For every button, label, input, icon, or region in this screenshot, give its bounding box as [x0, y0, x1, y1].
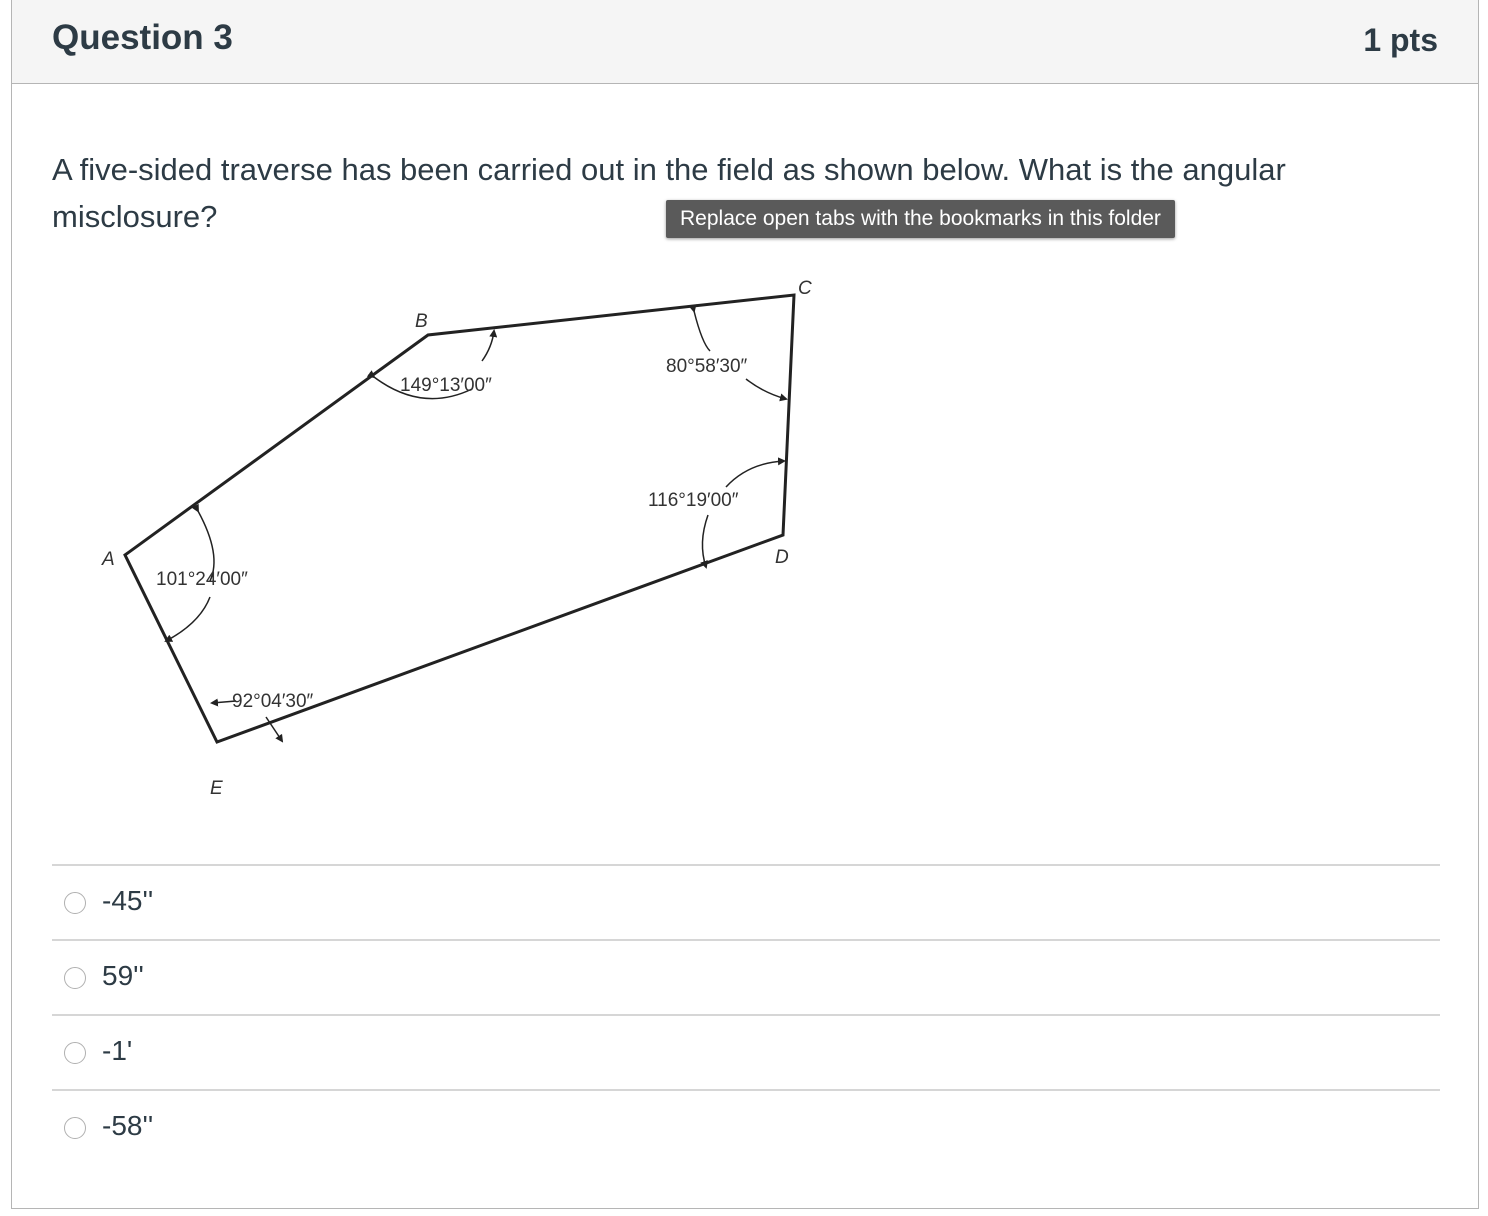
angle-arc-c [688, 304, 711, 352]
angle-label-b: 149°13′00″ [400, 375, 492, 396]
question-title: Question 3 [52, 18, 233, 57]
angle-arc-d-2 [700, 514, 709, 569]
radio-button[interactable] [64, 967, 86, 989]
angle-arc-b-2 [481, 329, 498, 362]
question-card: Question 3 1 pts A five-sided traverse h… [11, 0, 1479, 1209]
vertex-label-d: D [775, 547, 789, 568]
angle-label-c: 80°58′30″ [666, 356, 748, 377]
answer-option[interactable]: 59'' [52, 939, 1440, 1014]
radio-button[interactable] [64, 892, 86, 914]
radio-button[interactable] [64, 1117, 86, 1139]
answer-label[interactable]: 59'' [102, 960, 144, 992]
vertex-label-c: C [798, 278, 812, 299]
answer-list: -45'' 59'' -1' -58'' [52, 864, 1440, 1164]
vertex-label-e: E [210, 778, 223, 799]
answer-option[interactable]: -45'' [52, 864, 1440, 939]
question-header: Question 3 1 pts [12, 0, 1478, 84]
angle-label-e: 92°04′30″ [232, 691, 314, 712]
vertex-label-a: A [101, 549, 115, 570]
angle-label-a: 101°24′00″ [156, 569, 248, 590]
question-points: 1 pts [1363, 22, 1438, 58]
answer-label[interactable]: -1' [102, 1035, 132, 1067]
traverse-diagram-svg: A B C D E 101°24′00″ 149°13′00″ 80°58′30… [101, 278, 812, 799]
radio-button[interactable] [64, 1042, 86, 1064]
answer-label[interactable]: -45'' [102, 885, 153, 917]
angle-arc-c-2 [745, 378, 788, 402]
answer-option[interactable]: -58'' [52, 1089, 1440, 1164]
traverse-diagram: A B C D E 101°24′00″ 149°13′00″ 80°58′30… [82, 265, 842, 810]
angle-label-d: 116°19′00″ [648, 490, 739, 511]
vertex-label-b: B [415, 311, 428, 332]
answer-option[interactable]: -1' [52, 1014, 1440, 1089]
angle-arc-a-2 [164, 596, 211, 642]
bookmark-tooltip: Replace open tabs with the bookmarks in … [666, 200, 1175, 238]
answer-label[interactable]: -58'' [102, 1110, 153, 1142]
angle-arc-d [725, 457, 786, 488]
